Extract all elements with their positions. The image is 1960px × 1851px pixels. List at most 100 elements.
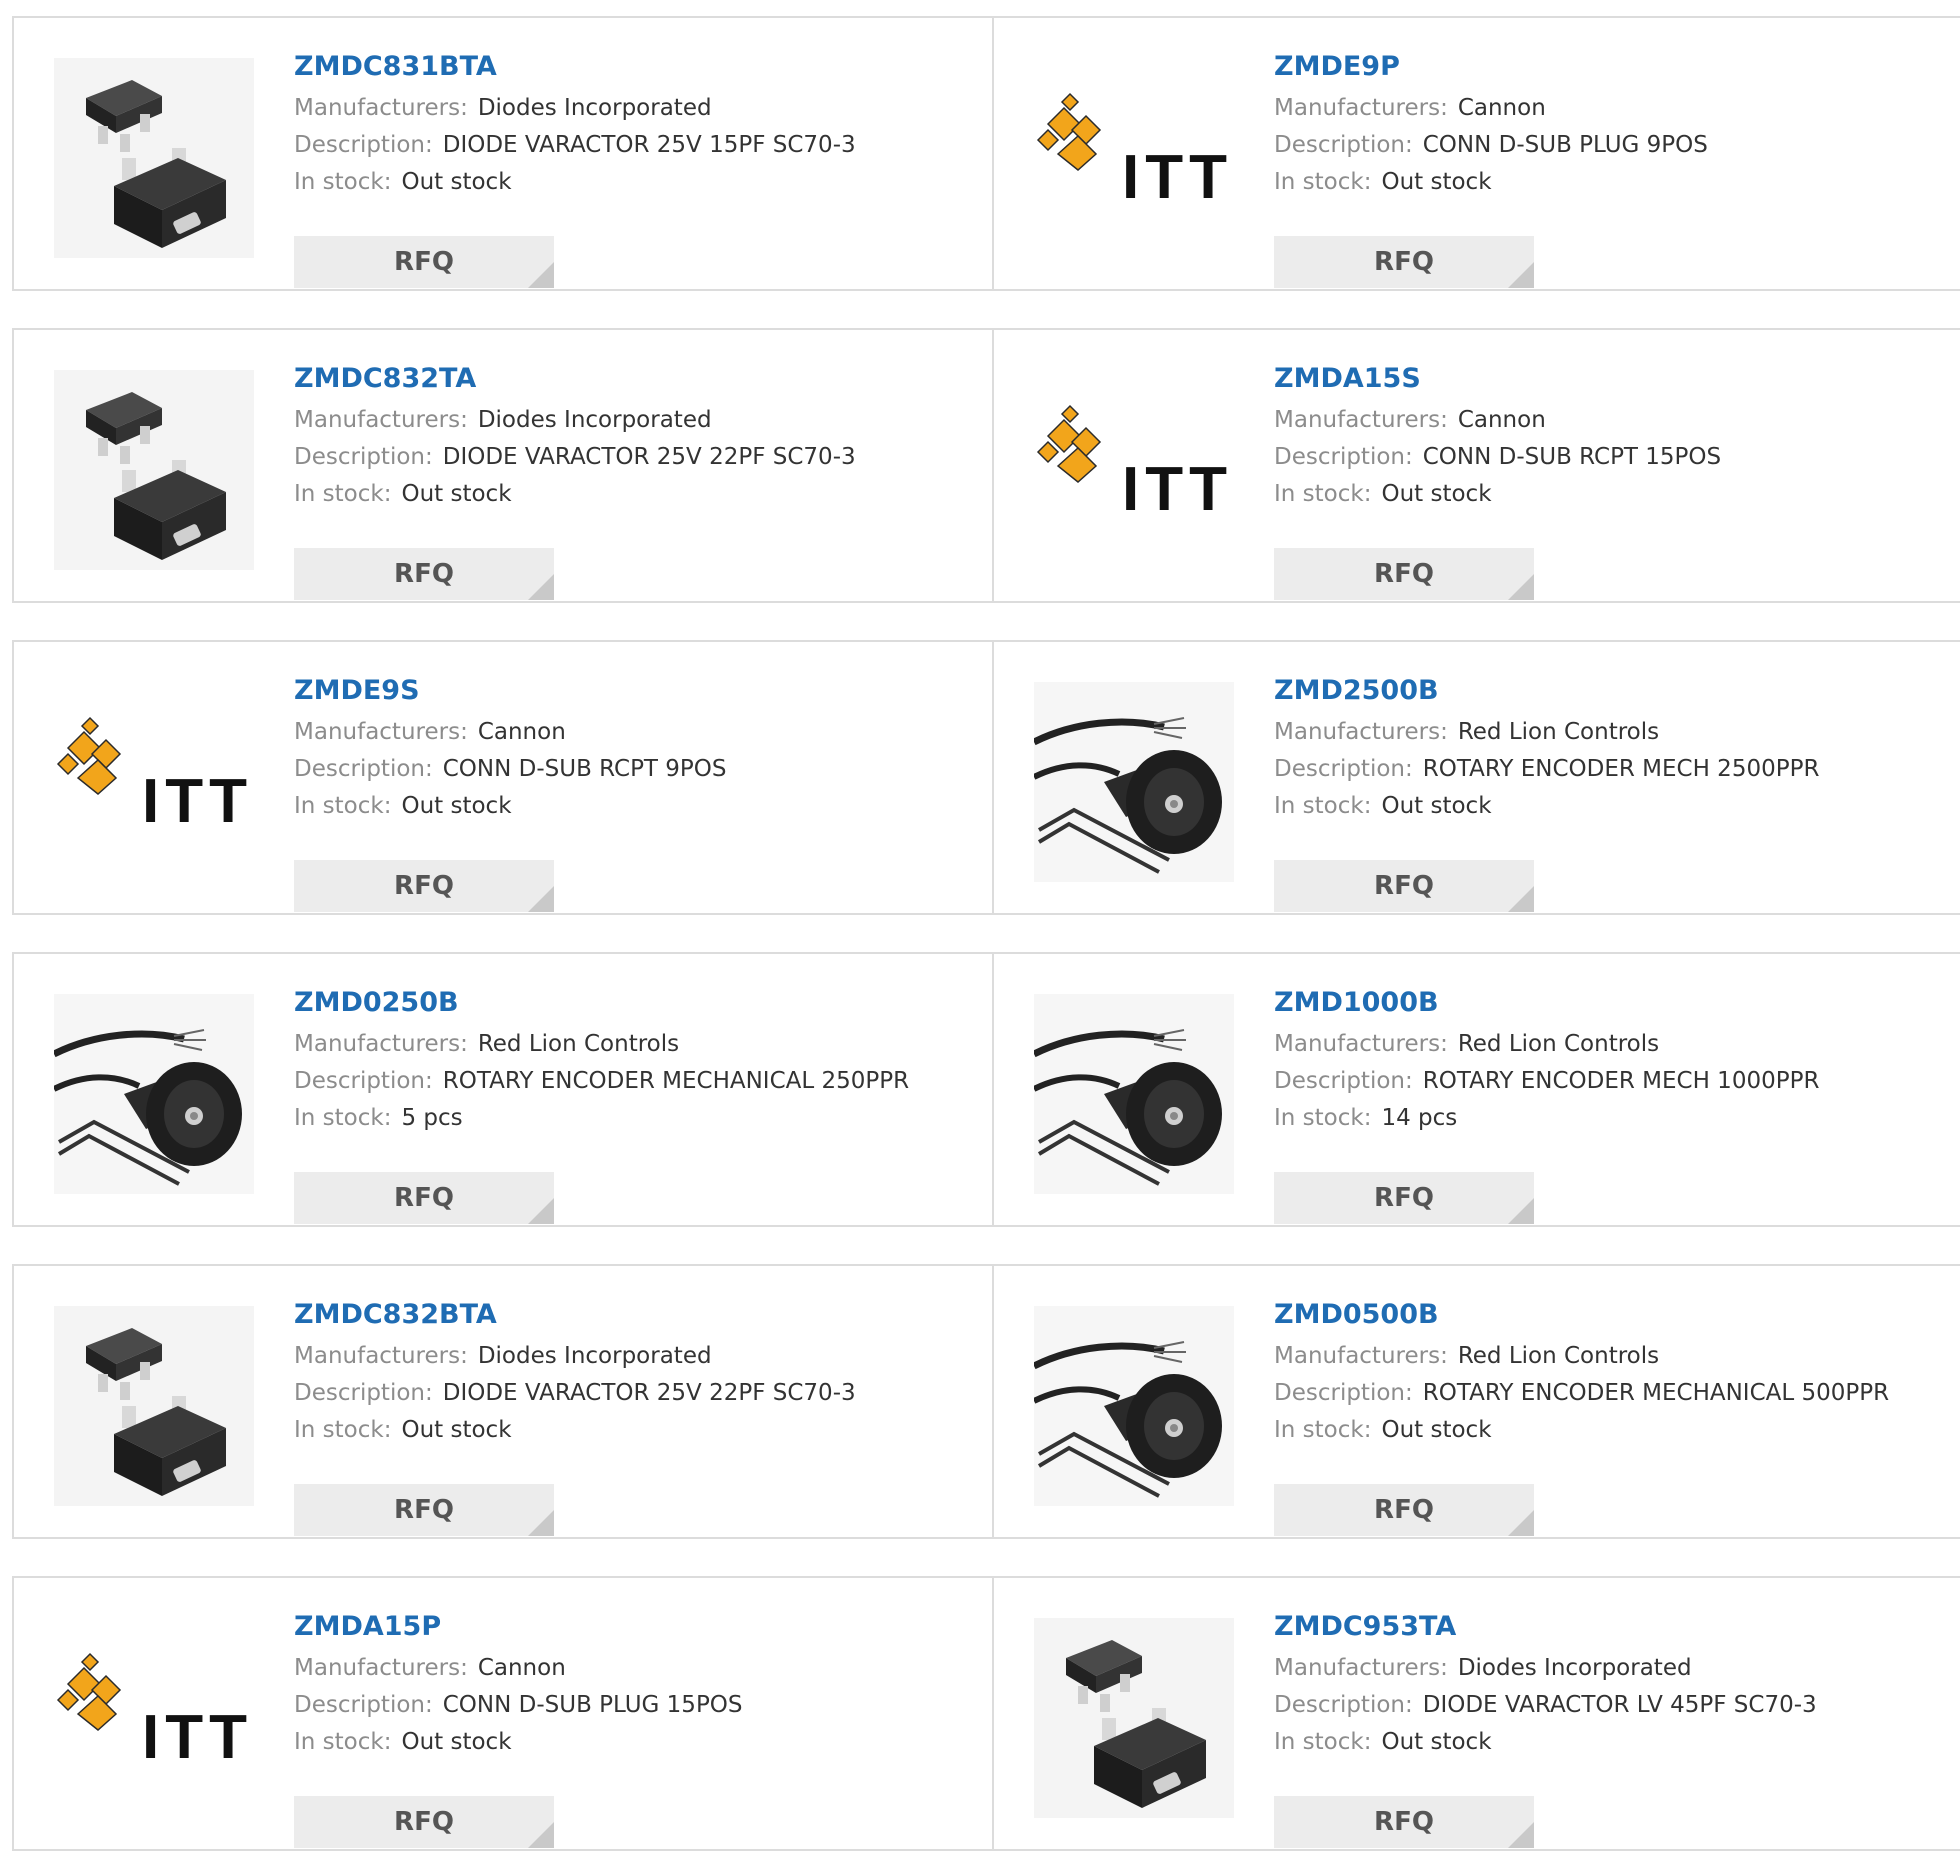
rfq-label: RFQ [1374,1495,1434,1525]
product-part-link[interactable]: ZMDC831BTA [294,48,856,86]
rfq-button[interactable]: RFQ [1274,1172,1534,1224]
stock-line: In stock: Out stock [1274,1412,1889,1449]
corner-triangle-icon [1508,574,1534,600]
rfq-button[interactable]: RFQ [1274,548,1534,600]
manufacturer-line: Manufacturers: Cannon [1274,402,1721,439]
sc70-diode-icon[interactable] [54,1306,254,1506]
in-stock-label: In stock: [294,1417,392,1443]
stock-value: Out stock [401,1729,512,1755]
rotary-encoder-icon[interactable] [1034,994,1234,1194]
in-stock-label: In stock: [1274,1729,1372,1755]
stock-line: In stock: Out stock [294,164,856,201]
description-line: Description: ROTARY ENCODER MECHANICAL 25… [294,1063,909,1100]
product-part-link[interactable]: ZMDC832BTA [294,1296,856,1334]
product-card: ITT ZMDA15S Manufacturers: Cannon Descrip… [992,330,1960,601]
manufacturer-line: Manufacturers: Diodes Incorporated [294,1338,856,1375]
manufacturer-value: Diodes Incorporated [1457,1655,1692,1681]
manufacturers-label: Manufacturers: [1274,1655,1448,1681]
rfq-button[interactable]: RFQ [294,236,554,288]
product-part-link[interactable]: ZMDA15P [294,1608,743,1646]
manufacturer-value: Cannon [1457,95,1546,121]
stock-value: Out stock [1381,793,1492,819]
product-part-link[interactable]: ZMDA15S [1274,360,1721,398]
rfq-button[interactable]: RFQ [294,548,554,600]
manufacturers-label: Manufacturers: [1274,95,1448,121]
rfq-button[interactable]: RFQ [294,1796,554,1848]
description-line: Description: ROTARY ENCODER MECH 2500PPR [1274,751,1819,788]
stock-line: In stock: 14 pcs [1274,1100,1819,1137]
rfq-button[interactable]: RFQ [294,1172,554,1224]
manufacturers-label: Manufacturers: [1274,719,1448,745]
product-part-link[interactable]: ZMD0250B [294,984,909,1022]
manufacturer-line: Manufacturers: Cannon [294,1650,743,1687]
product-card: ZMDC831BTA Manufacturers: Diodes Incorpor… [14,18,992,289]
itt-logo-icon[interactable]: ITT [54,1618,254,1818]
in-stock-label: In stock: [294,1729,392,1755]
description-line: Description: CONN D-SUB PLUG 15POS [294,1687,743,1724]
stock-line: In stock: Out stock [294,1724,743,1761]
description-line: Description: CONN D-SUB RCPT 15POS [1274,439,1721,476]
product-info: ZMDC832TA Manufacturers: Diodes Incorpora… [294,360,856,600]
description-value: ROTARY ENCODER MECH 1000PPR [1422,1068,1820,1094]
description-label: Description: [294,756,433,782]
rfq-button[interactable]: RFQ [294,1484,554,1536]
stock-value: Out stock [1381,481,1492,507]
rotary-encoder-icon[interactable] [1034,682,1234,882]
manufacturers-label: Manufacturers: [294,95,468,121]
product-card: ITT ZMDE9S Manufacturers: Cannon Descript… [14,642,992,913]
description-value: ROTARY ENCODER MECHANICAL 500PPR [1422,1380,1890,1406]
stock-value: Out stock [401,169,512,195]
sc70-diode-icon[interactable] [1034,1618,1234,1818]
description-line: Description: ROTARY ENCODER MECHANICAL 50… [1274,1375,1889,1412]
rfq-label: RFQ [394,1495,454,1525]
rfq-button[interactable]: RFQ [1274,1484,1534,1536]
stock-line: In stock: Out stock [1274,164,1708,201]
rfq-button[interactable]: RFQ [294,860,554,912]
description-value: CONN D-SUB PLUG 9POS [1422,132,1708,158]
description-label: Description: [1274,1068,1413,1094]
product-part-link[interactable]: ZMDC832TA [294,360,856,398]
sc70-diode-icon[interactable] [54,370,254,570]
product-part-link[interactable]: ZMDE9S [294,672,727,710]
product-card: ZMDC832TA Manufacturers: Diodes Incorpora… [14,330,992,601]
corner-triangle-icon [1508,1822,1534,1848]
product-card: ZMD0500B Manufacturers: Red Lion Controls… [992,1266,1960,1537]
manufacturer-value: Red Lion Controls [1457,719,1660,745]
manufacturer-line: Manufacturers: Cannon [1274,90,1708,127]
product-row: ITT ZMDE9S Manufacturers: Cannon Descript… [12,640,1960,915]
description-value: CONN D-SUB RCPT 9POS [442,756,727,782]
product-part-link[interactable]: ZMD0500B [1274,1296,1889,1334]
description-value: DIODE VARACTOR 25V 22PF SC70-3 [442,444,856,470]
rfq-button[interactable]: RFQ [1274,860,1534,912]
manufacturer-value: Red Lion Controls [1457,1031,1660,1057]
product-part-link[interactable]: ZMDC953TA [1274,1608,1817,1646]
corner-triangle-icon [1508,886,1534,912]
description-label: Description: [294,1692,433,1718]
description-label: Description: [1274,132,1413,158]
rfq-button[interactable]: RFQ [1274,236,1534,288]
rfq-button[interactable]: RFQ [1274,1796,1534,1848]
stock-value: Out stock [401,1417,512,1443]
description-value: ROTARY ENCODER MECH 2500PPR [1422,756,1820,782]
stock-line: In stock: Out stock [294,476,856,513]
rfq-label: RFQ [394,1807,454,1837]
description-line: Description: CONN D-SUB RCPT 9POS [294,751,727,788]
in-stock-label: In stock: [1274,793,1372,819]
in-stock-label: In stock: [1274,169,1372,195]
itt-logo-icon[interactable]: ITT [54,682,254,882]
manufacturer-value: Cannon [1457,407,1546,433]
product-part-link[interactable]: ZMD1000B [1274,984,1819,1022]
rfq-label: RFQ [394,247,454,277]
stock-value: Out stock [1381,1417,1492,1443]
itt-logo-icon[interactable]: ITT [1034,58,1234,258]
sc70-diode-icon[interactable] [54,58,254,258]
manufacturer-line: Manufacturers: Red Lion Controls [1274,714,1819,751]
product-part-link[interactable]: ZMDE9P [1274,48,1708,86]
rotary-encoder-icon[interactable] [1034,1306,1234,1506]
itt-logo-icon[interactable]: ITT [1034,370,1234,570]
stock-value: Out stock [1381,169,1492,195]
rotary-encoder-icon[interactable] [54,994,254,1194]
svg-text:ITT: ITT [1122,143,1233,212]
product-row: ZMDC831BTA Manufacturers: Diodes Incorpor… [12,16,1960,291]
product-part-link[interactable]: ZMD2500B [1274,672,1819,710]
